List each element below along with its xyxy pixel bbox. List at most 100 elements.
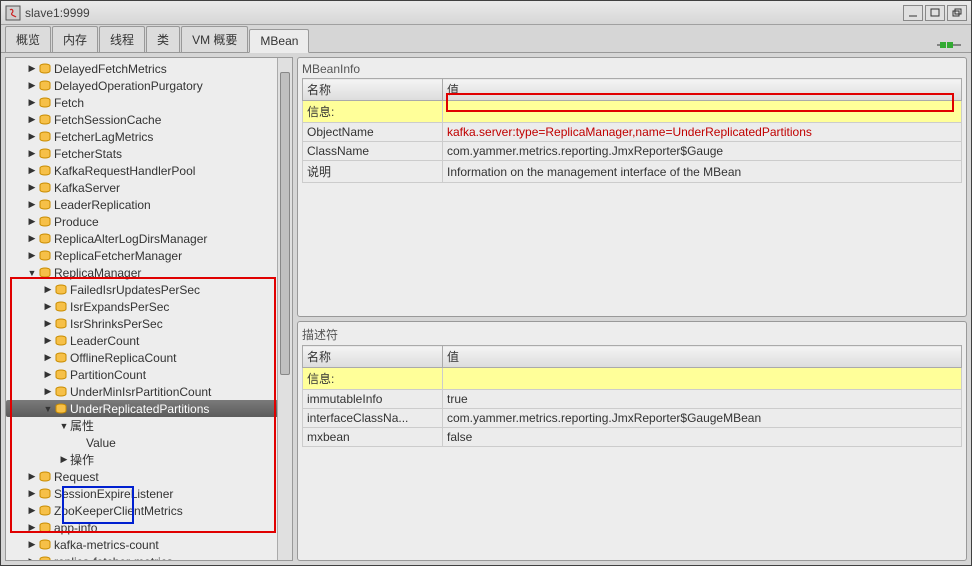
restore-button[interactable]: [947, 5, 967, 21]
tree-item-label: DelayedFetchMetrics: [54, 62, 167, 76]
col-name[interactable]: 名称: [303, 346, 443, 368]
tree-toggle-icon[interactable]: ▶: [42, 284, 54, 295]
tree-item[interactable]: ▶ReplicaAlterLogDirsManager: [6, 230, 292, 247]
tree-item[interactable]: ▶OfflineReplicaCount: [6, 349, 292, 366]
tree-item[interactable]: ▶操作: [6, 451, 292, 468]
package-icon: [38, 165, 52, 177]
tree-item[interactable]: ▶IsrExpandsPerSec: [6, 298, 292, 315]
tab-vm[interactable]: VM 概要: [181, 26, 248, 52]
tree-toggle-icon[interactable]: ▶: [26, 522, 38, 533]
tree-toggle-icon[interactable]: ▶: [42, 301, 54, 312]
tree-toggle-icon[interactable]: ▶: [26, 250, 38, 261]
table-row[interactable]: ObjectName kafka.server:type=ReplicaMana…: [303, 123, 962, 142]
tree-item-label: LeaderReplication: [54, 198, 151, 212]
mbeaninfo-table: 名称 值 信息: ObjectName kafka.server:type=Re…: [302, 78, 962, 183]
tree-toggle-icon[interactable]: ▶: [26, 114, 38, 125]
mbeaninfo-box: MBeanInfo 名称 值 信息: ObjectName kafka.se: [297, 57, 967, 317]
tree-item-label: Fetch: [54, 96, 84, 110]
tree-toggle-icon[interactable]: ▶: [26, 471, 38, 482]
tree-item-label: Value: [86, 436, 116, 450]
table-row[interactable]: ClassName com.yammer.metrics.reporting.J…: [303, 142, 962, 161]
tree-toggle-icon[interactable]: ▼: [58, 421, 70, 431]
table-row[interactable]: immutableInfo true: [303, 390, 962, 409]
tree-toggle-icon[interactable]: ▶: [26, 97, 38, 108]
tree-toggle-icon[interactable]: ▶: [26, 216, 38, 227]
tree-item[interactable]: ▶ PartitionCount: [6, 366, 292, 383]
tree-toggle-icon[interactable]: ▶: [42, 369, 54, 380]
tree-item[interactable]: ▶SessionExpireListener: [6, 485, 292, 502]
col-name[interactable]: 名称: [303, 79, 443, 101]
tree-item[interactable]: ▶app-info: [6, 519, 292, 536]
tab-classes[interactable]: 类: [146, 26, 180, 52]
tree-toggle-icon[interactable]: ▶: [26, 556, 38, 560]
mbean-tree[interactable]: ▶ DelayedFetchMetrics▶DelayedOperationPur…: [6, 58, 292, 560]
maximize-button[interactable]: [925, 5, 945, 21]
tree-item[interactable]: ▶FetcherStats: [6, 145, 292, 162]
tree-toggle-icon[interactable]: ▶: [26, 505, 38, 516]
tree-toggle-icon[interactable]: ▶: [42, 335, 54, 346]
tree-item[interactable]: ▶KafkaServer: [6, 179, 292, 196]
tab-threads[interactable]: 线程: [99, 26, 145, 52]
tree-item-label: LeaderCount: [70, 334, 139, 348]
tree-item-label: Produce: [54, 215, 99, 229]
tree-toggle-icon[interactable]: ▶: [26, 131, 38, 142]
tree-toggle-icon[interactable]: ▶: [42, 318, 54, 329]
table-row: 信息:: [303, 101, 962, 123]
tree-toggle-icon[interactable]: ▶: [26, 63, 38, 74]
tab-memory[interactable]: 内存: [52, 26, 98, 52]
table-row[interactable]: mxbean false: [303, 428, 962, 447]
tree-item[interactable]: ▶replica-fetcher-metrics: [6, 553, 292, 560]
tree-toggle-icon[interactable]: ▶: [26, 148, 38, 159]
tree-item[interactable]: ▶UnderMinIsrPartitionCount: [6, 383, 292, 400]
tree-item[interactable]: ▶ LeaderCount: [6, 332, 292, 349]
tree-item[interactable]: ▶FailedIsrUpdatesPerSec: [6, 281, 292, 298]
tree-item[interactable]: ▶ReplicaFetcherManager: [6, 247, 292, 264]
tree-toggle-icon[interactable]: ▶: [58, 454, 70, 465]
table-row[interactable]: interfaceClassNa... com.yammer.metrics.r…: [303, 409, 962, 428]
table-row[interactable]: 说明 Information on the management interfa…: [303, 161, 962, 183]
tree-item[interactable]: ▶ LeaderReplication: [6, 196, 292, 213]
package-icon: [38, 505, 52, 517]
tree-item[interactable]: ▶DelayedOperationPurgatory: [6, 77, 292, 94]
tree-item[interactable]: ▶kafka-metrics-count: [6, 536, 292, 553]
tree-item[interactable]: ▶IsrShrinksPerSec: [6, 315, 292, 332]
tree-toggle-icon[interactable]: ▶: [26, 488, 38, 499]
tree-item[interactable]: ▶ Produce: [6, 213, 292, 230]
tree-item[interactable]: ▶FetchSessionCache: [6, 111, 292, 128]
tree-scrollbar[interactable]: [277, 58, 292, 560]
tree-item[interactable]: ▶ DelayedFetchMetrics: [6, 60, 292, 77]
tree-toggle-icon[interactable]: ▶: [26, 165, 38, 176]
tree-item[interactable]: ▼ReplicaManager: [6, 264, 292, 281]
tree-item[interactable]: ▼UnderReplicatedPartitions: [6, 400, 292, 417]
package-icon: [38, 131, 52, 143]
tree-item[interactable]: ▶FetcherLagMetrics: [6, 128, 292, 145]
tree-toggle-icon[interactable]: ▶: [26, 182, 38, 193]
tree-item[interactable]: ▼属性: [6, 417, 292, 434]
package-icon: [54, 284, 68, 296]
tree-item[interactable]: Value: [6, 434, 292, 451]
tree-toggle-icon[interactable]: ▶: [26, 233, 38, 244]
tree-toggle-icon[interactable]: ▶: [26, 199, 38, 210]
tab-overview[interactable]: 概览: [5, 26, 51, 52]
tree-toggle-icon[interactable]: ▶: [42, 386, 54, 397]
minimize-button[interactable]: [903, 5, 923, 21]
java-icon: [5, 5, 21, 21]
tree-item[interactable]: ▶ Fetch: [6, 94, 292, 111]
window-buttons: [903, 5, 967, 21]
tree-toggle-icon[interactable]: ▼: [42, 404, 54, 414]
col-value[interactable]: 值: [443, 346, 962, 368]
tree-item-label: PartitionCount: [70, 368, 146, 382]
tree-item[interactable]: ▶KafkaRequestHandlerPool: [6, 162, 292, 179]
tree-toggle-icon[interactable]: ▶: [26, 80, 38, 91]
tree-toggle-icon[interactable]: ▼: [26, 268, 38, 278]
tree-toggle-icon[interactable]: ▶: [26, 539, 38, 550]
tab-mbean[interactable]: MBean: [249, 29, 309, 53]
col-value[interactable]: 值: [443, 79, 962, 101]
tree-item[interactable]: ▶ZooKeeperClientMetrics: [6, 502, 292, 519]
package-icon: [38, 216, 52, 228]
package-icon: [54, 335, 68, 347]
tree-item[interactable]: ▶Request: [6, 468, 292, 485]
package-icon: [54, 318, 68, 330]
package-icon: [38, 539, 52, 551]
tree-toggle-icon[interactable]: ▶: [42, 352, 54, 363]
